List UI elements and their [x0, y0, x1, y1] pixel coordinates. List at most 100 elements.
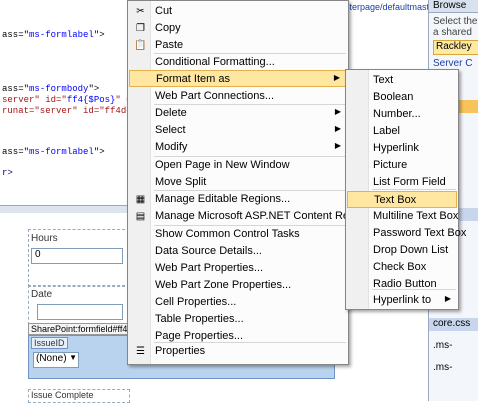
submenu-item-label: Picture — [373, 159, 408, 171]
menu-item-web-part-zone-properties[interactable]: Web Part Zone Properties... — [129, 277, 347, 294]
submenu-item-check-box[interactable]: Check Box — [347, 259, 457, 276]
menu-item-paste[interactable]: 📋 Paste — [129, 37, 347, 54]
menu-item-label: Open Page in New Window — [155, 159, 290, 171]
breadcrumb[interactable]: asterpage/defaultmaster — [340, 2, 437, 12]
code-line: ass="ms-formlabel"> — [2, 147, 105, 157]
css-rule[interactable]: .ms- — [433, 362, 452, 373]
menu-item-label: Page Properties... — [155, 330, 244, 342]
menu-item-properties[interactable]: ☰ Properties — [129, 343, 347, 360]
menu-item-label: Manage Editable Regions... — [155, 193, 291, 205]
submenu-item-label: Hyperlink — [373, 142, 419, 154]
menu-item-manage-microsoft-asp-net-content-regions[interactable]: ▤ Manage Microsoft ASP.NET Content Region… — [129, 208, 385, 225]
submenu-item-label: Number... — [373, 108, 421, 120]
menu-item-cut[interactable]: ✂ Cut — [129, 3, 347, 20]
menu-item-label: Show Common Control Tasks — [155, 228, 300, 240]
menu-item-label: Web Part Connections... — [155, 90, 275, 102]
cut-icon: ✂ — [136, 6, 145, 17]
regions-icon: ▦ — [135, 194, 146, 205]
menu-item-label: Paste — [155, 39, 184, 51]
code-line: r> — [2, 168, 13, 178]
submenu-item-label: Text — [373, 74, 394, 86]
tab-browse[interactable]: Browse — [429, 0, 478, 13]
chevron-down-icon: ▼ — [69, 353, 77, 362]
menu-item-label: Cell Properties... — [155, 296, 237, 308]
panel-text: a shared — [433, 27, 472, 38]
chevron-right-icon: ▶ — [333, 73, 340, 82]
issueid-label: IssueID — [31, 337, 68, 349]
submenu-item-multiline-text-box[interactable]: Multiline Text Box — [347, 208, 459, 225]
submenu-item-text[interactable]: Text — [347, 72, 457, 89]
properties-icon: ☰ — [136, 346, 145, 357]
menu-item-manage-editable-regions[interactable]: ▦ Manage Editable Regions... — [129, 191, 347, 208]
submenu-item-text-box[interactable]: Text Box — [347, 191, 457, 208]
menu-item-web-part-connections[interactable]: Web Part Connections... — [129, 88, 347, 105]
core-css-header: core.css — [429, 318, 478, 331]
menu-item-label: Conditional Formatting... — [155, 56, 275, 68]
code-editor[interactable]: ass="ms-formlabel"> ass="ms-formbody"> s… — [0, 0, 143, 205]
hours-cell[interactable]: Hours 0 — [28, 229, 130, 287]
date-cell[interactable]: Date — [28, 285, 130, 325]
context-menu[interactable]: ✂ Cut ❐ Copy 📋 Paste Conditional Formatting...… — [127, 0, 385, 365]
menu-item-format-item-as[interactable]: Format Item as ▶ — [129, 70, 347, 87]
chevron-right-icon: ▶ — [334, 141, 341, 150]
submenu-item-label: Password Text Box — [373, 227, 467, 239]
submenu-item-label: Multiline Text Box — [373, 210, 459, 222]
submenu-item-picture[interactable]: Picture — [347, 157, 457, 174]
submenu-item-hyperlink[interactable]: Hyperlink — [347, 140, 457, 157]
date-input[interactable] — [37, 304, 123, 320]
menu-item-label: Table Properties... — [155, 313, 244, 325]
chevron-right-icon: ▶ — [334, 107, 341, 116]
server-link[interactable]: Server C — [433, 58, 472, 69]
submenu-item-number[interactable]: Number... — [347, 106, 457, 123]
content-regions-icon: ▤ — [135, 211, 146, 222]
submenu-item-label: Boolean — [373, 91, 414, 103]
chevron-right-icon: ▶ — [444, 294, 451, 303]
copy-icon: ❐ — [136, 23, 145, 34]
menu-item-select[interactable]: Select ▶ — [129, 122, 347, 139]
submenu-item-label: Hyperlink to — [373, 294, 432, 306]
menu-item-label: Move Split — [155, 176, 207, 188]
paste-icon: 📋 — [134, 40, 147, 51]
css-rule[interactable]: .ms- — [433, 340, 452, 351]
menu-item-label: Web Part Zone Properties... — [155, 279, 292, 291]
code-line: server" id="ff4{$Pos}" Con — [2, 95, 142, 105]
menu-item-modify[interactable]: Modify ▶ — [129, 139, 347, 156]
panel-text: Select the — [433, 16, 478, 27]
submenu-item-boolean[interactable]: Boolean — [347, 89, 457, 106]
submenu-item-password-text-box[interactable]: Password Text Box — [347, 225, 466, 242]
menu-item-delete[interactable]: Delete ▶ — [129, 105, 347, 122]
submenu-item-label: Text Box — [374, 194, 417, 206]
submenu-item-label[interactable]: Label — [347, 123, 457, 140]
menu-item-data-source-details[interactable]: Data Source Details... — [129, 243, 347, 260]
menu-separator — [372, 189, 456, 190]
rackley-item[interactable]: Rackley — [433, 40, 478, 55]
menu-item-open-page-in-new-window[interactable]: Open Page in New Window — [129, 157, 347, 174]
menu-item-copy[interactable]: ❐ Copy — [129, 20, 347, 37]
submenu-item-hyperlink-to[interactable]: Hyperlink to ▶ — [347, 292, 457, 309]
menu-item-label: Copy — [155, 22, 181, 34]
menu-item-label: Cut — [155, 5, 173, 17]
menu-item-show-common-control-tasks[interactable]: Show Common Control Tasks — [129, 226, 347, 243]
code-line: ass="ms-formlabel"> — [2, 30, 105, 40]
hours-input[interactable]: 0 — [31, 248, 123, 264]
menu-item-table-properties[interactable]: Table Properties... — [129, 311, 347, 328]
issueid-dropdown[interactable]: (None) ▼ — [33, 352, 79, 368]
submenu-item-label: Drop Down List — [373, 244, 449, 256]
format-item-submenu[interactable]: Text Boolean Number... Label Hyperlink Pictur… — [345, 69, 466, 310]
submenu-item-radio-button[interactable]: Radio Button — [347, 276, 457, 293]
menu-item-label: Modify — [155, 141, 188, 153]
submenu-item-label: Label — [373, 125, 400, 137]
menu-item-label: Format Item as — [156, 73, 230, 85]
menu-separator — [372, 289, 456, 290]
menu-item-cell-properties[interactable]: Cell Properties... — [129, 294, 347, 311]
code-line: runat="server" id="ff4desc — [2, 106, 143, 116]
submenu-item-label: Check Box — [373, 261, 427, 273]
submenu-item-drop-down-list[interactable]: Drop Down List — [347, 242, 457, 259]
submenu-item-label: List Form Field — [373, 176, 446, 188]
menu-item-web-part-properties[interactable]: Web Part Properties... — [129, 260, 347, 277]
date-label: Date — [31, 289, 53, 300]
menu-item-conditional-formatting[interactable]: Conditional Formatting... — [129, 54, 347, 71]
menu-item-label: Web Part Properties... — [155, 262, 264, 274]
menu-item-move-split[interactable]: Move Split — [129, 174, 347, 191]
sharepoint-field-tag: SharePoint:formfield#ff4_1 — [28, 323, 141, 335]
